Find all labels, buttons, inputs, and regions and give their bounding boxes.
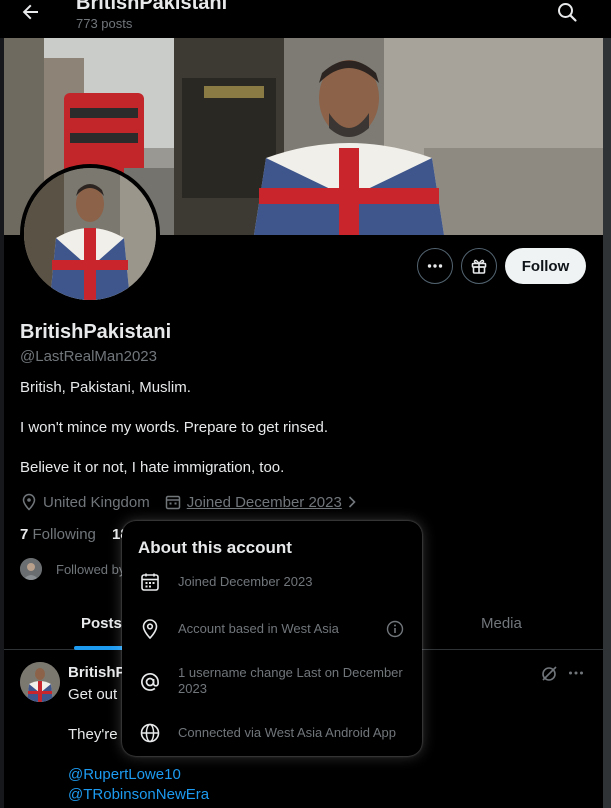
post-avatar-photo: [20, 662, 60, 702]
gift-icon: [471, 259, 487, 274]
avatar-photo: [24, 168, 156, 300]
popup-row-text: Account based in West Asia: [178, 621, 339, 636]
profile-meta: United Kingdom Joined December 2023: [20, 492, 359, 512]
globe-icon: [140, 723, 160, 743]
gift-button[interactable]: [461, 248, 497, 284]
follower-avatar: [20, 558, 42, 580]
calendar-icon: [141, 573, 159, 591]
post-text-line: Get out: [68, 686, 118, 703]
chevron-right-icon[interactable]: [345, 495, 359, 509]
popup-title: About this account: [138, 538, 292, 557]
more-options-button[interactable]: [417, 248, 453, 284]
popup-row-text: 1 username change Last on December 2023: [178, 665, 403, 696]
location-pin-icon: [142, 619, 158, 640]
grok-button[interactable]: [540, 665, 558, 683]
post-count: 773 posts: [76, 16, 133, 31]
back-button[interactable]: [18, 0, 44, 24]
tab-media[interactable]: Media: [481, 615, 522, 632]
followed-by-text: Followed by: [56, 561, 126, 577]
post-author[interactable]: BritishP: [68, 664, 126, 681]
following-count: 7: [20, 526, 29, 543]
post-text-line: They're: [68, 726, 118, 743]
post-more-button[interactable]: [567, 664, 585, 682]
bio-line: I won't mince my words. Prepare to get r…: [20, 419, 328, 436]
info-icon[interactable]: [386, 620, 404, 638]
following-link[interactable]: 7 Following: [20, 526, 96, 543]
bio-line: British, Pakistani, Muslim.: [20, 379, 191, 396]
mention-link[interactable]: @TRobinsonNewEra: [68, 786, 209, 803]
profile-avatar[interactable]: [20, 164, 160, 304]
following-label: Following: [32, 526, 96, 543]
top-bar: BritishPakistani 773 posts: [0, 0, 611, 38]
header-title: BritishPakistani: [76, 0, 228, 14]
grok-icon: [542, 666, 557, 681]
scrollbar-track[interactable]: [603, 38, 611, 808]
joined-date-link[interactable]: Joined December 2023: [187, 494, 342, 511]
calendar-icon: [165, 495, 180, 510]
popup-row-text: Joined December 2023: [178, 574, 313, 589]
post-avatar[interactable]: [20, 662, 60, 702]
location: United Kingdom: [43, 493, 150, 511]
mention-link[interactable]: @RupertLowe10: [68, 766, 181, 783]
follow-button[interactable]: Follow: [505, 248, 586, 284]
handle: @LastRealMan2023: [20, 348, 157, 365]
search-icon: [558, 3, 577, 22]
follower-avatar-photo: [20, 558, 42, 580]
display-name: BritishPakistani: [20, 321, 172, 343]
popup-row-text: Connected via West Asia Android App: [178, 725, 397, 740]
arrow-left-icon: [22, 4, 38, 20]
bio-line: Believe it or not, I hate immigration, t…: [20, 459, 285, 476]
tab-posts[interactable]: Posts: [81, 615, 122, 632]
at-sign-icon: [141, 673, 159, 691]
ellipsis-icon: [427, 264, 443, 268]
followed-by-row[interactable]: Followed by: [20, 558, 125, 580]
ellipsis-icon: [569, 671, 583, 675]
location-pin-icon: [22, 493, 36, 511]
search-button[interactable]: [556, 1, 578, 23]
about-account-popup: About this account Joined December 2023 …: [122, 521, 422, 756]
